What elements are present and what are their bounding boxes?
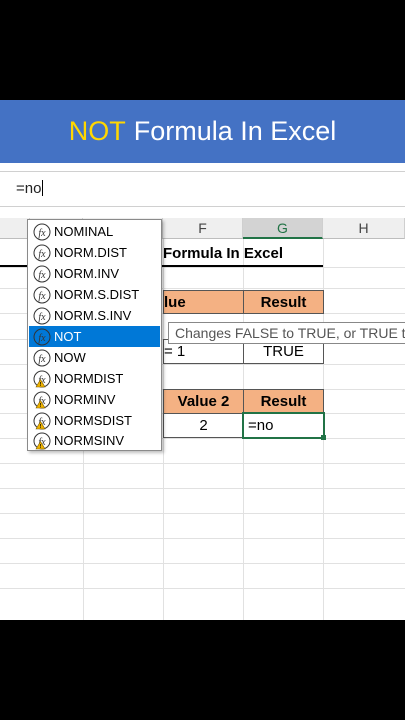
function-icon: fx	[33, 244, 51, 262]
function-icon: fx	[33, 223, 51, 241]
item-label: NOMINAL	[54, 224, 114, 239]
svg-text:fx: fx	[38, 354, 46, 365]
item-label: NORMINV	[54, 392, 116, 407]
function-icon: fx	[33, 349, 51, 367]
svg-text:fx: fx	[38, 249, 46, 260]
grid-line	[0, 463, 405, 464]
autocomplete-item-selected[interactable]: fx NOT	[29, 326, 160, 347]
active-cell-border	[242, 412, 325, 439]
svg-text:!: !	[40, 403, 42, 409]
function-icon: fx	[33, 286, 51, 304]
formula-bar[interactable]: =no	[0, 171, 405, 207]
corner-header[interactable]	[0, 218, 30, 239]
autocomplete-item[interactable]: fx NORM.S.INV	[29, 305, 160, 326]
autocomplete-item[interactable]: fx NOW	[29, 347, 160, 368]
autocomplete-dropdown[interactable]: fx NOMINAL fx NORM.DIST fx NORM.INV fx N…	[27, 219, 162, 451]
function-icon: fx	[33, 307, 51, 325]
autocomplete-item[interactable]: fx! NORMINV	[29, 389, 160, 410]
svg-text:fx: fx	[38, 228, 46, 239]
column-header-f[interactable]: F	[163, 218, 243, 239]
grid-line	[0, 538, 405, 539]
item-label: NORM.DIST	[54, 245, 127, 260]
svg-text:!: !	[40, 382, 42, 388]
compat-function-icon: fx!	[33, 370, 51, 388]
autocomplete-item[interactable]: fx! NORMDIST	[29, 368, 160, 389]
grid-line	[0, 488, 405, 489]
title-accent: NOT	[68, 116, 126, 146]
autocomplete-item[interactable]: fx! NORMSDIST	[29, 410, 160, 431]
item-label: NOT	[54, 329, 82, 344]
item-label: NORM.S.DIST	[54, 287, 140, 302]
table1-value-header[interactable]: lue	[163, 290, 244, 314]
svg-text:fx: fx	[38, 333, 46, 344]
item-label: NOW	[54, 350, 86, 365]
compat-function-icon: fx!	[33, 432, 51, 450]
grid-line	[0, 563, 405, 564]
table2-value-cell[interactable]: 2	[163, 413, 244, 438]
function-tooltip: Changes FALSE to TRUE, or TRUE to	[168, 322, 405, 344]
item-label: NORMSDIST	[54, 413, 132, 428]
autocomplete-item[interactable]: fx! NORMSINV	[29, 430, 160, 451]
text-cursor	[42, 180, 44, 196]
function-icon: fx	[33, 265, 51, 283]
formula-input[interactable]: =no	[16, 180, 44, 197]
table1-result-header[interactable]: Result	[243, 290, 324, 314]
svg-text:!: !	[40, 444, 42, 450]
item-label: NORM.INV	[54, 266, 119, 281]
autocomplete-item[interactable]: fx NORM.DIST	[29, 242, 160, 263]
fill-handle[interactable]	[321, 435, 326, 440]
item-label: NORM.S.INV	[54, 308, 132, 323]
grid-line	[0, 513, 405, 514]
autocomplete-item[interactable]: fx NORM.S.DIST	[29, 284, 160, 305]
autocomplete-item[interactable]: fx NORM.INV	[29, 263, 160, 284]
svg-text:fx: fx	[38, 270, 46, 281]
compat-function-icon: fx!	[33, 412, 51, 430]
column-header-h[interactable]: H	[323, 218, 405, 239]
svg-text:!: !	[40, 424, 42, 430]
compat-function-icon: fx!	[33, 391, 51, 409]
column-header-g[interactable]: G	[243, 218, 323, 239]
video-title-banner: NOT Formula In Excel	[0, 100, 405, 163]
svg-text:fx: fx	[38, 312, 46, 323]
grid-line	[0, 588, 405, 589]
table2-value-header[interactable]: Value 2	[163, 389, 244, 414]
item-label: NORMSINV	[54, 433, 125, 448]
sheet-title[interactable]: Formula In Excel	[163, 241, 343, 265]
title-text: Formula In Excel	[133, 116, 337, 146]
function-icon: fx	[33, 328, 51, 346]
item-label: NORMDIST	[54, 371, 124, 386]
table2-result-header[interactable]: Result	[243, 389, 324, 414]
autocomplete-item[interactable]: fx NOMINAL	[29, 221, 160, 242]
svg-text:fx: fx	[38, 291, 46, 302]
